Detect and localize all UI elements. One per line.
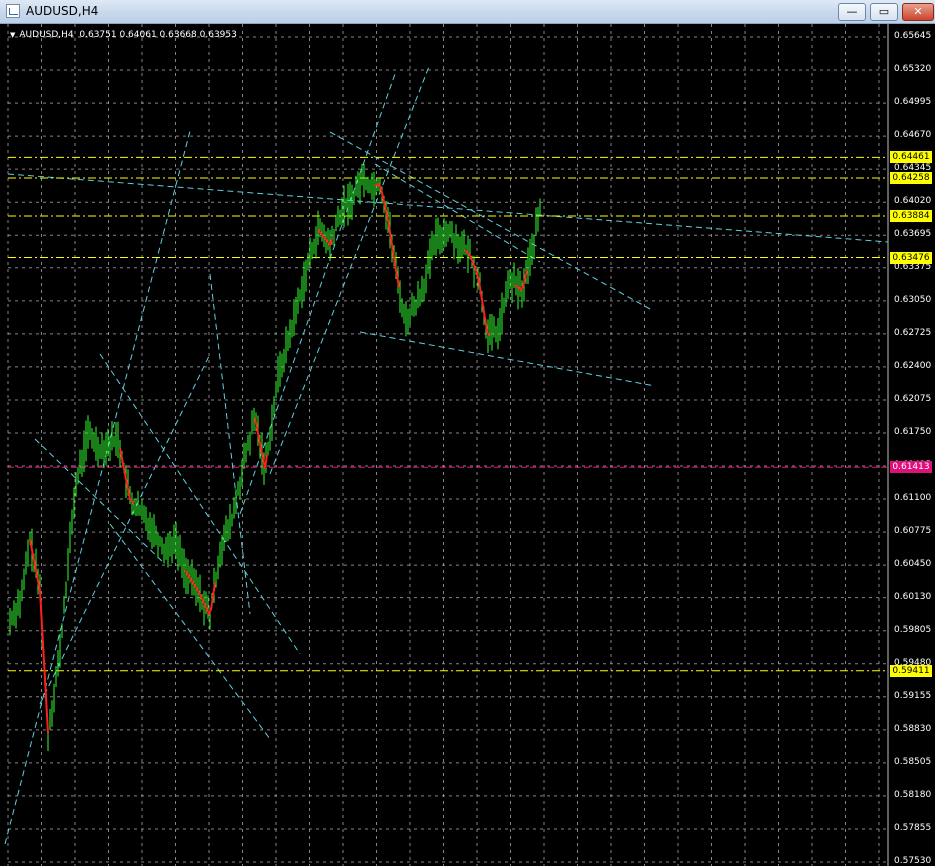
candle-bars [9,163,541,752]
price-tick-label: 0.60130 [894,591,932,602]
trend-line [239,73,396,515]
price-tick-label: 0.57855 [894,822,932,833]
price-tick-label: 0.60450 [894,559,932,570]
collapse-triangle-icon[interactable]: ▼ [10,31,15,39]
maximize-button[interactable]: ▭ [870,3,898,21]
price-tick-label: 0.62400 [894,360,932,371]
symbol-info: ▼ AUDUSD,H4 0.63751 0.64061 0.63668 0.639… [10,30,237,40]
price-tick-label: 0.58830 [894,723,932,734]
level-price-label: 0.63476 [890,251,932,264]
moving-average-line [514,270,528,292]
price-tick-label: 0.60775 [894,526,932,537]
trend-line [329,131,651,310]
price-tick-label: 0.61750 [894,426,932,437]
close-button[interactable]: ✕ [902,3,934,21]
price-tick-label: 0.59155 [894,690,932,701]
chart-area[interactable]: ▼ AUDUSD,H4 0.63751 0.64061 0.63668 0.639… [0,24,935,866]
price-tick-label: 0.64670 [894,130,932,141]
price-tick-label: 0.61100 [894,493,932,504]
price-tick-label: 0.58505 [894,756,932,767]
level-price-label: 0.64461 [890,151,932,164]
level-price-label: 0.63884 [890,210,932,223]
ohlc-values: 0.63751 0.64061 0.63668 0.63953 [79,30,237,40]
price-chart[interactable] [0,24,935,866]
level-price-label: 0.59411 [890,664,932,677]
level-price-label: 0.61413 [890,461,932,474]
trend-line [4,130,191,845]
price-tick-label: 0.63695 [894,229,932,240]
price-axis: 0.65645 0.65320 0.64995 0.64670 0.64345 0.640… [888,24,935,866]
price-tick-label: 0.62725 [894,327,932,338]
chart-window-icon [6,4,20,18]
price-tick-label: 0.62075 [894,393,932,404]
moving-average-line [29,539,49,733]
window-titlebar: AUDUSD,H4 — ▭ ✕ [0,0,935,24]
price-tick-label: 0.64020 [894,196,932,207]
price-tick-label: 0.65320 [894,64,932,75]
price-tick-label: 0.64995 [894,97,932,108]
price-tick-label: 0.58180 [894,789,932,800]
level-price-label: 0.64258 [890,172,932,184]
price-tick-label: 0.59805 [894,624,932,635]
trend-line [39,353,211,705]
price-tick-label: 0.57530 [894,856,932,866]
symbol-label: AUDUSD,H4 [19,30,74,40]
minimize-button[interactable]: — [838,3,866,21]
trend-line [109,523,271,740]
price-tick-label: 0.65645 [894,31,932,41]
window-title: AUDUSD,H4 [26,4,99,18]
trend-line [269,63,431,475]
price-tick-label: 0.63050 [894,294,932,305]
